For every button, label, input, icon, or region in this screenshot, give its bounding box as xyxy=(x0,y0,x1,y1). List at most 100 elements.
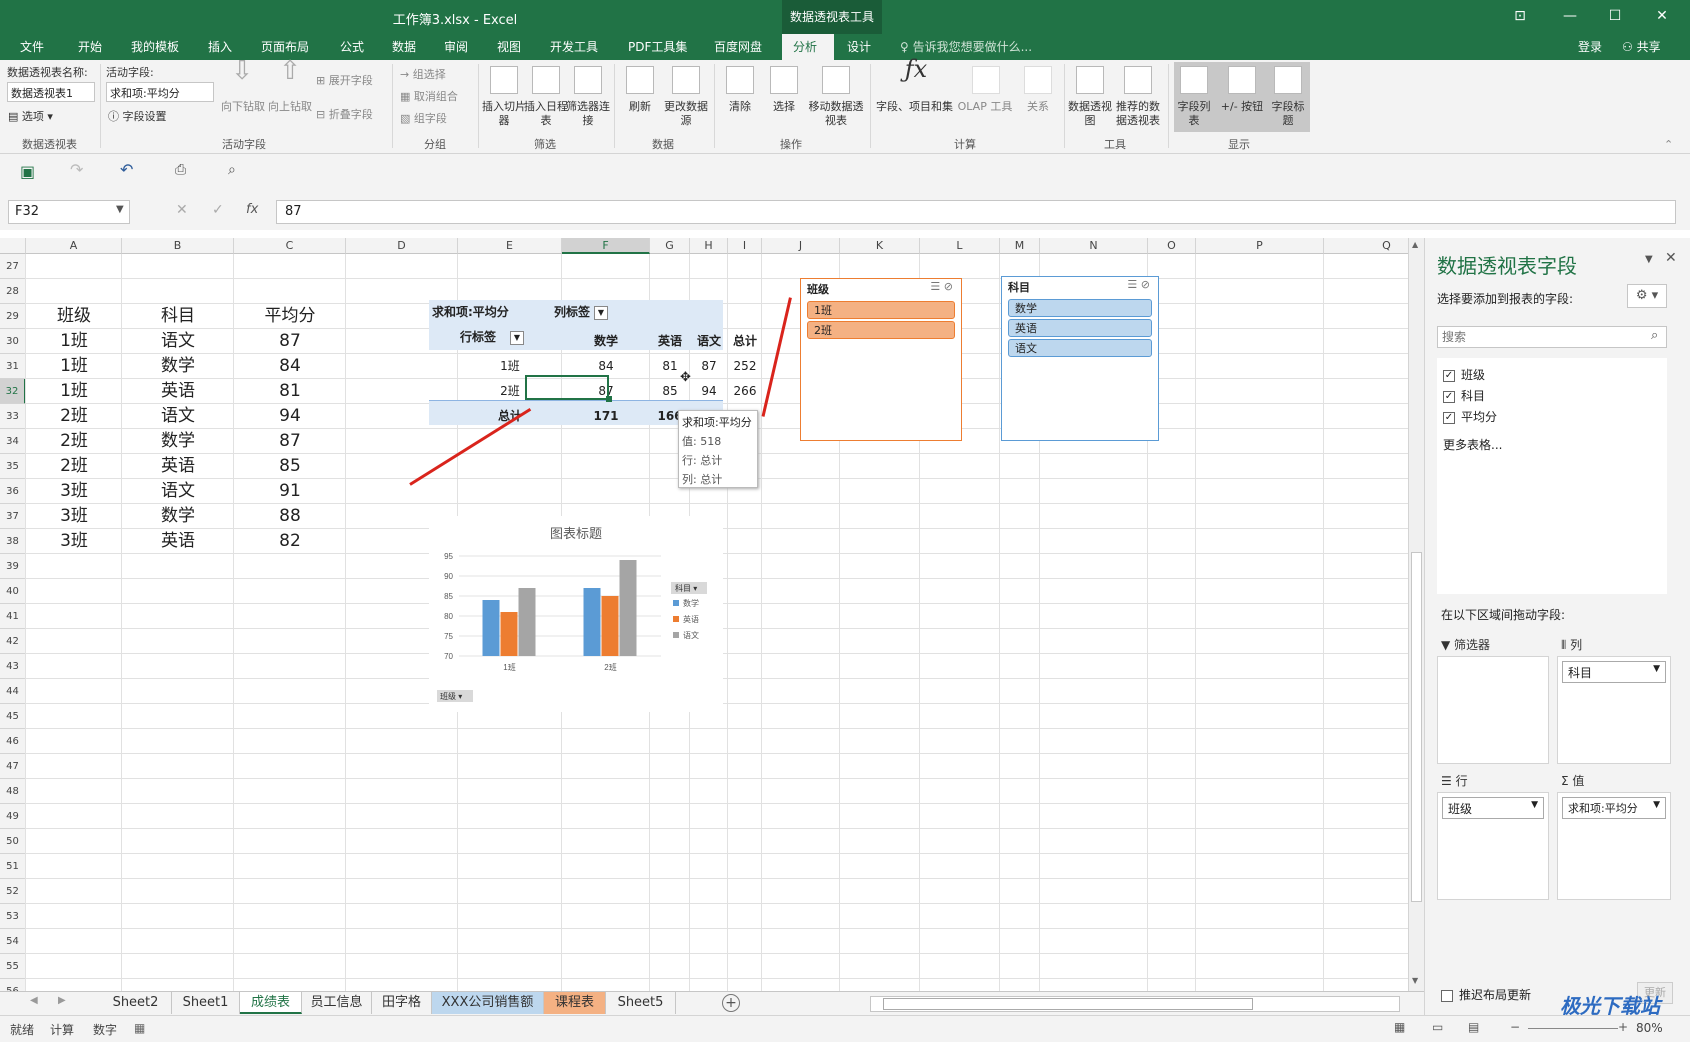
source-header-cell[interactable]: 科目 xyxy=(122,304,234,329)
slicer-item[interactable]: 1班 xyxy=(807,301,955,319)
field-settings-button[interactable]: ⓘ 字段设置 xyxy=(108,108,167,124)
row-header-38[interactable]: 38 xyxy=(0,529,26,554)
pivot-chart-icon[interactable] xyxy=(1076,66,1104,94)
column-header-b[interactable]: B xyxy=(122,238,234,254)
row-header-29[interactable]: 29 xyxy=(0,304,26,329)
share-button[interactable]: ⚇ 共享 xyxy=(1622,38,1661,55)
tab-baidu[interactable]: 百度网盘 xyxy=(714,38,762,55)
tab-formulas[interactable]: 公式 xyxy=(340,38,364,55)
row-header-31[interactable]: 31 xyxy=(0,354,26,379)
sheet-tab[interactable]: 成绩表 xyxy=(240,992,302,1014)
pivot-col-header[interactable]: 总计 xyxy=(728,329,762,354)
pivot-col-header[interactable]: 数学 xyxy=(562,329,650,354)
options-button[interactable]: ▤ 选项 ▾ xyxy=(8,108,53,124)
sheet-tab[interactable]: 员工信息 xyxy=(302,992,372,1014)
values-field-chip[interactable]: 求和项:平均分 ▼ xyxy=(1562,797,1666,819)
row-header-36[interactable]: 36 xyxy=(0,479,26,504)
row-header-40[interactable]: 40 xyxy=(0,579,26,604)
column-header-l[interactable]: L xyxy=(920,238,1000,254)
pivot-value-cell[interactable]: 266 xyxy=(728,379,762,404)
row-header-27[interactable]: 27 xyxy=(0,254,26,279)
column-header-p[interactable]: P xyxy=(1196,238,1324,254)
rows-zone[interactable]: 班级 ▼ xyxy=(1437,792,1549,900)
slicer-item[interactable]: 数学 xyxy=(1008,299,1152,317)
insert-function-icon[interactable]: fx xyxy=(246,202,258,217)
sheet-tab[interactable]: 课程表 xyxy=(544,992,606,1014)
horizontal-scrollbar[interactable] xyxy=(870,996,1400,1012)
row-header-30[interactable]: 30 xyxy=(0,329,26,354)
tab-view[interactable]: 视图 xyxy=(497,38,521,55)
scroll-up-icon[interactable]: ▲ xyxy=(1412,240,1418,249)
column-header-k[interactable]: K xyxy=(840,238,920,254)
fill-handle[interactable] xyxy=(606,396,612,402)
group-selection-button[interactable]: → 组选择 xyxy=(400,66,446,82)
column-header-f[interactable]: F xyxy=(562,238,650,254)
slicer-multiselect-clear-icon[interactable]: ☰ ⊘ xyxy=(930,280,953,293)
source-data-cell[interactable]: 英语 xyxy=(122,529,234,554)
column-header-m[interactable]: M xyxy=(1000,238,1040,254)
selected-cell-f32[interactable] xyxy=(525,375,609,400)
pivot-total-label[interactable]: 总计 xyxy=(458,404,562,429)
row-header-56[interactable]: 56 xyxy=(0,979,26,991)
row-header-51[interactable]: 51 xyxy=(0,854,26,879)
column-header-i[interactable]: I xyxy=(728,238,762,254)
row-header-47[interactable]: 47 xyxy=(0,754,26,779)
plus-minus-buttons-icon[interactable] xyxy=(1228,66,1256,94)
scroll-down-icon[interactable]: ▼ xyxy=(1412,976,1418,985)
tab-home[interactable]: 开始 xyxy=(78,38,102,55)
column-header-c[interactable]: C xyxy=(234,238,346,254)
row-header-44[interactable]: 44 xyxy=(0,679,26,704)
page-break-view-icon[interactable]: ▤ xyxy=(1468,1020,1479,1034)
maximize-icon[interactable]: ☐ xyxy=(1605,6,1625,26)
pivot-value-cell[interactable]: 87 xyxy=(690,354,728,379)
pivot-total-cell[interactable]: 171 xyxy=(562,404,650,429)
source-data-cell[interactable]: 87 xyxy=(234,329,346,354)
pane-options-dropdown-icon[interactable]: ▼ xyxy=(1645,254,1653,265)
collapse-field-button[interactable]: ⊟ 折叠字段 xyxy=(316,106,373,122)
rows-field-chip[interactable]: 班级 ▼ xyxy=(1442,797,1544,819)
filter-connections-icon[interactable] xyxy=(574,66,602,94)
fields-items-icon[interactable]: ƒx xyxy=(900,57,932,81)
row-header-45[interactable]: 45 xyxy=(0,704,26,729)
source-data-cell[interactable]: 语文 xyxy=(122,329,234,354)
field-item-subject[interactable]: ✓ 科目 xyxy=(1443,387,1485,404)
field-headers-icon[interactable] xyxy=(1274,66,1302,94)
add-sheet-icon[interactable]: + xyxy=(722,994,740,1012)
macro-record-icon[interactable]: ▦ xyxy=(134,1021,145,1035)
page-layout-view-icon[interactable]: ▭ xyxy=(1432,1020,1443,1034)
zoom-in-icon[interactable]: + xyxy=(1618,1020,1628,1034)
active-field-input[interactable]: 求和项:平均分 xyxy=(106,82,214,102)
column-header-o[interactable]: O xyxy=(1148,238,1196,254)
tab-page-layout[interactable]: 页面布局 xyxy=(261,38,309,55)
insert-timeline-icon[interactable] xyxy=(532,66,560,94)
checkbox-empty-icon[interactable] xyxy=(1441,989,1453,1002)
sheet-tab[interactable]: XXX公司销售额 xyxy=(432,992,544,1014)
sheet-tab[interactable]: Sheet2 xyxy=(100,992,172,1014)
change-source-icon[interactable] xyxy=(672,66,700,94)
tab-file[interactable]: 文件 xyxy=(20,38,44,55)
row-header-52[interactable]: 52 xyxy=(0,879,26,904)
column-header-e[interactable]: E xyxy=(458,238,562,254)
spreadsheet-grid[interactable]: ABCDEFGHIJKLMNOPQR 272829303132333435363… xyxy=(0,238,1408,991)
pane-close-icon[interactable]: ✕ xyxy=(1665,250,1677,266)
tab-data[interactable]: 数据 xyxy=(392,38,416,55)
ribbon-display-icon[interactable]: ⊡ xyxy=(1510,6,1530,26)
source-data-cell[interactable]: 85 xyxy=(234,454,346,479)
field-search-input[interactable] xyxy=(1437,326,1667,348)
vertical-scroll-thumb[interactable] xyxy=(1411,552,1422,902)
source-data-cell[interactable]: 3班 xyxy=(26,529,122,554)
expand-field-button[interactable]: ⊞ 展开字段 xyxy=(316,72,373,88)
zoom-slider[interactable] xyxy=(1528,1028,1618,1029)
row-header-33[interactable]: 33 xyxy=(0,404,26,429)
row-header-39[interactable]: 39 xyxy=(0,554,26,579)
tab-templates[interactable]: 我的模板 xyxy=(131,38,179,55)
values-zone[interactable]: 求和项:平均分 ▼ xyxy=(1557,792,1671,900)
row-header-49[interactable]: 49 xyxy=(0,804,26,829)
select-all-corner[interactable] xyxy=(0,238,26,254)
horizontal-scroll-thumb[interactable] xyxy=(883,998,1253,1010)
sheet-tab[interactable]: 田字格 xyxy=(372,992,432,1014)
tab-developer[interactable]: 开发工具 xyxy=(550,38,598,55)
name-box-dropdown-icon[interactable]: ▼ xyxy=(116,204,124,215)
defer-update-checkbox[interactable]: 推迟布局更新 xyxy=(1441,986,1531,1003)
row-header-35[interactable]: 35 xyxy=(0,454,26,479)
